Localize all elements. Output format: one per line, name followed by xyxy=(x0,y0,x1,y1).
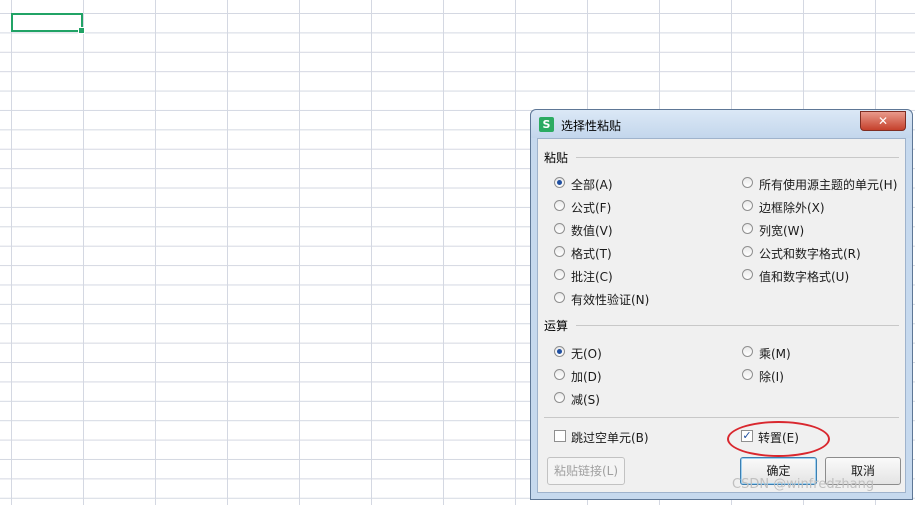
radio-label: 列宽(W) xyxy=(759,224,805,238)
radio-button[interactable] xyxy=(554,269,565,280)
radio-label: 边框除外(X) xyxy=(759,201,825,215)
radio-label: 加(D) xyxy=(571,370,602,384)
operation-group-label: 运算 xyxy=(544,319,569,333)
skip-blanks-box[interactable] xyxy=(554,430,566,442)
dialog-title: 选择性粘贴 xyxy=(561,119,622,133)
paste-link-button[interactable]: 粘贴链接(L) xyxy=(547,457,625,485)
paste-special-dialog: S 选择性粘贴 ✕ 粘贴 全部(A) 公式(F) 数值(V) 格式(T) 批注(C) 有效… xyxy=(530,109,913,500)
radio-label: 无(O) xyxy=(571,347,602,361)
radio-button[interactable] xyxy=(742,246,753,257)
radio-button[interactable] xyxy=(554,346,565,357)
radio-label: 公式(F) xyxy=(571,201,612,215)
dialog-body: 粘贴 全部(A) 公式(F) 数值(V) 格式(T) 批注(C) 有效性验证(N) 所有使… xyxy=(537,138,906,493)
radio-label: 值和数字格式(U) xyxy=(759,270,850,284)
radio-button[interactable] xyxy=(554,200,565,211)
radio-button[interactable] xyxy=(554,246,565,257)
radio-label: 乘(M) xyxy=(759,347,791,361)
radio-label: 格式(T) xyxy=(571,247,612,261)
radio-button[interactable] xyxy=(742,346,753,357)
radio-button[interactable] xyxy=(742,200,753,211)
paste-group-label: 粘贴 xyxy=(544,151,569,165)
radio-label: 除(I) xyxy=(759,370,784,384)
radio-button[interactable] xyxy=(742,269,753,280)
options-divider xyxy=(544,417,899,418)
radio-button[interactable] xyxy=(554,369,565,380)
radio-button[interactable] xyxy=(742,177,753,188)
dialog-titlebar[interactable]: S 选择性粘贴 ✕ xyxy=(531,110,912,138)
radio-button[interactable] xyxy=(554,392,565,403)
radio-button[interactable] xyxy=(554,223,565,234)
red-annotation-circle xyxy=(727,421,830,457)
radio-label: 有效性验证(N) xyxy=(571,293,650,307)
close-button[interactable]: ✕ xyxy=(860,111,906,131)
radio-button[interactable] xyxy=(742,223,753,234)
radio-label: 所有使用源主题的单元(H) xyxy=(759,178,898,192)
radio-button[interactable] xyxy=(742,369,753,380)
wps-app-icon: S xyxy=(539,117,554,132)
operation-group-divider xyxy=(576,325,899,326)
active-cell-selection[interactable] xyxy=(11,13,85,34)
radio-label: 减(S) xyxy=(571,393,600,407)
radio-label: 全部(A) xyxy=(571,178,613,192)
radio-label: 数值(V) xyxy=(571,224,613,238)
csdn-watermark: CSDN @winfredzhang xyxy=(732,477,875,492)
radio-label: 公式和数字格式(R) xyxy=(759,247,861,261)
skip-blanks-label: 跳过空单元(B) xyxy=(571,431,649,445)
paste-group-divider xyxy=(576,157,899,158)
radio-button[interactable] xyxy=(554,292,565,303)
radio-button[interactable] xyxy=(554,177,565,188)
radio-label: 批注(C) xyxy=(571,270,613,284)
